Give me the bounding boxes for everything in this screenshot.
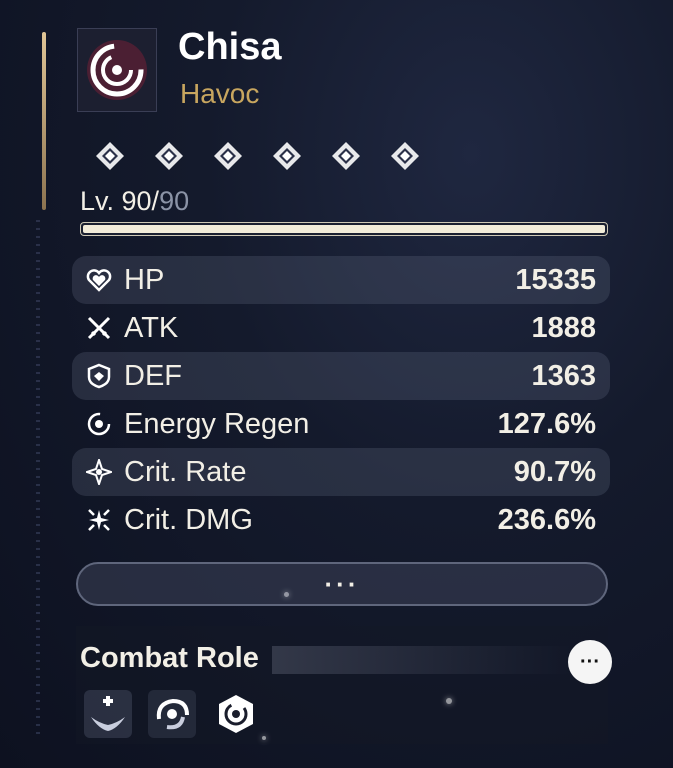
stat-label: HP [124,263,165,296]
stat-value: 15335 [515,263,596,296]
diamond-icon [212,140,244,172]
healer-wings-icon[interactable] [84,690,132,738]
accent-line [42,32,46,210]
stat-row-energy-regen: Energy Regen 127.6% [72,400,610,448]
stat-row-def: DEF 1363 [72,352,610,400]
diamond-icon [271,140,303,172]
diamond-icon [153,140,185,172]
stat-row-crit-dmg: Crit. DMG 236.6% [72,496,610,544]
level-progress-bar [80,222,608,236]
level-current: Lv. 90/ [80,186,160,216]
stat-label: Crit. Rate [124,455,247,488]
diamond-icon [330,140,362,172]
energy-regen-icon [84,409,114,439]
decorative-dots [36,220,40,740]
more-stats-button[interactable]: ··· [76,562,608,606]
stat-label: DEF [124,359,182,392]
combat-role-icons [84,690,260,738]
heart-icon [84,265,114,295]
shield-icon [84,361,114,391]
resonance-chain [94,140,421,172]
stat-value: 1363 [531,359,596,392]
diamond-icon [94,140,126,172]
crit-dmg-icon [84,505,114,535]
havoc-hex-icon[interactable] [212,690,260,738]
stat-row-crit-rate: Crit. Rate 90.7% [72,448,610,496]
character-attribute: Havoc [180,78,260,109]
level-label: Lv. 90/90 [80,186,189,217]
level-max: 90 [159,186,190,216]
combat-role-more-button[interactable]: ··· [568,640,612,684]
stats-list: HP 15335 ATK 1888 DEF 1363 Energy Regen … [72,256,610,544]
stat-row-hp: HP 15335 [72,256,610,304]
havoc-swirl-icon[interactable] [148,690,196,738]
stat-label: Crit. DMG [124,503,253,536]
stat-value: 127.6% [497,407,596,440]
stat-value: 90.7% [513,455,596,488]
havoc-icon [87,40,147,100]
combat-role-title-bar [272,646,572,674]
stat-label: Energy Regen [124,407,310,440]
crit-rate-icon [84,457,114,487]
character-name: Chisa [178,26,282,68]
level-progress-fill [83,225,605,233]
element-icon-tile [77,28,157,112]
stat-label: ATK [124,311,179,344]
combat-role-title: Combat Role [80,642,259,674]
swords-icon [84,313,114,343]
stat-value: 236.6% [497,503,596,536]
diamond-icon [389,140,421,172]
stat-row-atk: ATK 1888 [72,304,610,352]
stat-value: 1888 [531,311,596,344]
